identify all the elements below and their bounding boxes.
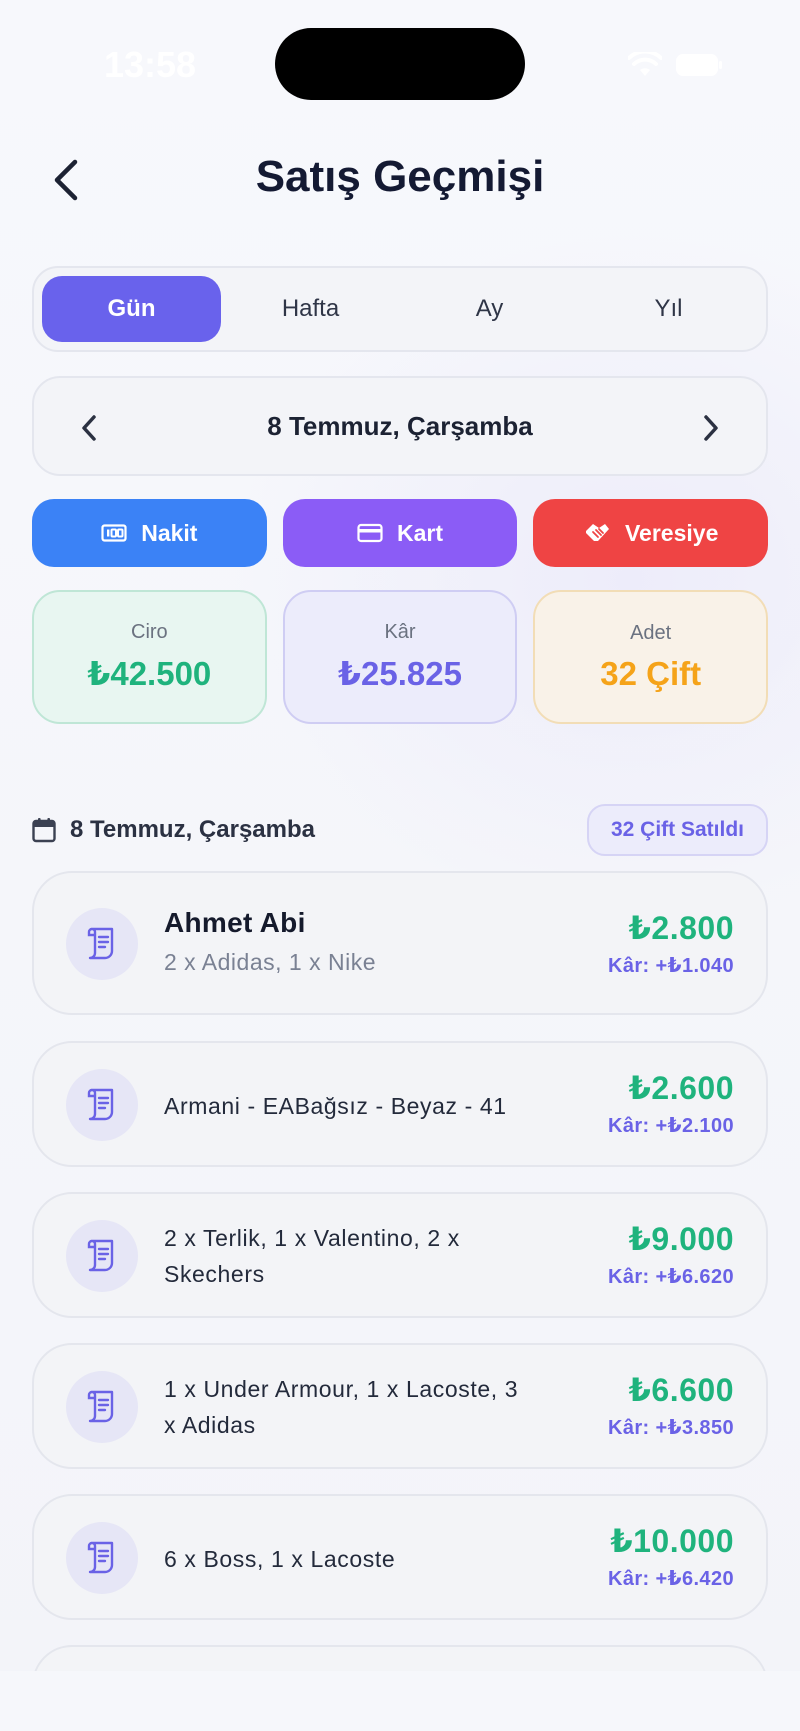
battery-icon — [676, 54, 722, 76]
summary-stats: Ciro ₺42.500 Kâr ₺25.825 Adet 32 Çift — [32, 590, 769, 724]
revenue-stat-card: Ciro ₺42.500 — [32, 590, 267, 724]
sold-count-badge: 32 Çift Satıldı — [586, 804, 768, 856]
sale-text: Ahmet Abi 2 x Adidas, 1 x Nike — [164, 907, 594, 976]
receipt-icon-wrap — [66, 1220, 138, 1292]
sale-total: ₺2.800 — [628, 910, 734, 946]
dynamic-island — [275, 28, 525, 100]
credit-filter-button[interactable]: Veresiye — [533, 499, 769, 567]
screen: 13:58 Satış Geçmişi Gün Hafta Ay Yıl 8 T… — [0, 0, 800, 1731]
sale-card[interactable]: 6 x Boss, 1 x Lacoste ₺10.000 Kâr: +₺6.4… — [32, 1494, 768, 1620]
sale-profit: Kâr: +₺6.620 — [607, 1266, 734, 1288]
count-stat-card: Adet 32 Çift — [533, 590, 769, 724]
sale-amounts: ₺10.000 Kâr: +₺6.420 — [608, 1522, 734, 1591]
current-date-label: 8 Temmuz, Çarşamba — [267, 411, 533, 441]
sale-profit: Kâr: +₺2.100 — [607, 1115, 734, 1137]
count-label: Adet — [630, 621, 672, 644]
card-filter-label: Kart — [397, 519, 444, 546]
cash-icon — [101, 524, 127, 542]
sale-amounts: ₺9.000 Kâr: +₺6.620 — [608, 1220, 734, 1289]
receipt-icon-wrap — [66, 908, 138, 980]
status-time: 13:58 — [104, 44, 197, 85]
chevron-right-icon — [704, 415, 718, 441]
sale-text: Armani - EABağsız - Beyaz - 41 — [164, 1088, 594, 1124]
sale-text: 6 x Boss, 1 x Lacoste — [164, 1541, 594, 1577]
sale-card[interactable]: 2 x Terlik, 1 x Valentino, 2 x Skechers … — [32, 1192, 768, 1318]
wifi-icon — [628, 52, 662, 76]
day-title-group: 8 Temmuz, Çarşamba — [32, 816, 315, 844]
date-navigator: 8 Temmuz, Çarşamba — [32, 376, 768, 476]
day-title: 8 Temmuz, Çarşamba — [70, 816, 315, 843]
sale-total: ₺9.000 — [628, 1221, 734, 1257]
receipt-icon-wrap — [66, 1371, 138, 1443]
sale-amounts: ₺2.600 Kâr: +₺2.100 — [608, 1069, 734, 1138]
profit-label: Kâr — [384, 621, 416, 643]
receipt-icon — [87, 1541, 114, 1574]
tab-day[interactable]: Gün — [42, 276, 221, 342]
sale-description: Armani - EABağsız - Beyaz - 41 — [164, 1093, 507, 1119]
sale-description-line-1: 2 x Terlik, 1 x Valentino, 2 x — [164, 1225, 460, 1251]
sale-card[interactable]: 1 x Under Armour, 1 x Lacoste, 3 x Adida… — [32, 1343, 768, 1469]
handshake-icon — [585, 524, 609, 541]
credit-filter-label: Veresiye — [624, 519, 719, 546]
sale-description: 6 x Boss, 1 x Lacoste — [164, 1546, 396, 1572]
sale-description-line-2: x Adidas — [164, 1412, 256, 1438]
sale-description-line-1: 1 x Under Armour, 1 x Lacoste, 3 — [164, 1376, 519, 1402]
sale-card[interactable]: Ahmet Abi 2 x Adidas, 1 x Nike ₺2.800 Kâ… — [32, 871, 768, 1015]
profit-value: ₺25.825 — [338, 655, 462, 692]
revenue-value: ₺42.500 — [87, 655, 212, 692]
tab-month[interactable]: Ay — [400, 276, 579, 342]
sales-list: Ahmet Abi 2 x Adidas, 1 x Nike ₺2.800 Kâ… — [32, 871, 768, 1671]
card-filter-button[interactable]: Kart — [282, 499, 518, 567]
bottom-area — [0, 1671, 800, 1731]
sale-text: 2 x Terlik, 1 x Valentino, 2 x Skechers — [164, 1220, 594, 1292]
page-title: Satış Geçmişi — [255, 152, 545, 201]
header: Satış Geçmişi — [0, 140, 800, 220]
sale-total: ₺2.600 — [628, 1070, 734, 1106]
sale-items: 2 x Adidas, 1 x Nike — [164, 949, 376, 975]
calendar-icon — [32, 818, 56, 843]
sale-text: 1 x Under Armour, 1 x Lacoste, 3 x Adida… — [164, 1371, 594, 1443]
receipt-icon — [87, 1239, 114, 1272]
receipt-icon — [87, 927, 114, 960]
profit-stat-card: Kâr ₺25.825 — [282, 590, 518, 724]
status-bar: 13:58 — [0, 0, 800, 130]
status-icons — [628, 52, 722, 78]
payment-filter-row: Nakit Kart Veresiye — [32, 499, 769, 567]
receipt-icon-wrap — [66, 1069, 138, 1141]
credit-card-icon — [357, 523, 383, 543]
tab-week[interactable]: Hafta — [221, 276, 400, 342]
sale-profit: Kâr: +₺6.420 — [607, 1568, 734, 1590]
sale-total: ₺10.000 — [610, 1523, 734, 1559]
sale-profit: Kâr: +₺1.040 — [607, 955, 734, 977]
tab-year[interactable]: Yıl — [579, 276, 758, 342]
revenue-label: Ciro — [131, 621, 168, 643]
sale-amounts: ₺6.600 Kâr: +₺3.850 — [608, 1371, 734, 1440]
sale-profit: Kâr: +₺3.850 — [607, 1417, 734, 1439]
sale-card[interactable]: Armani - EABağsız - Beyaz - 41 ₺2.600 Kâ… — [32, 1041, 768, 1167]
day-section-header: 8 Temmuz, Çarşamba 32 Çift Satıldı — [32, 802, 768, 856]
period-segmented-control: Gün Hafta Ay Yıl — [32, 266, 768, 352]
sale-description-line-2: Skechers — [164, 1261, 265, 1287]
receipt-icon — [87, 1390, 114, 1423]
cash-filter-label: Nakit — [141, 519, 198, 546]
sale-amounts: ₺2.800 Kâr: +₺1.040 — [608, 909, 734, 978]
next-date-button[interactable] — [686, 403, 736, 453]
sale-customer-name: Ahmet Abi — [164, 907, 306, 938]
receipt-icon — [87, 1088, 114, 1121]
receipt-icon-wrap — [66, 1522, 138, 1594]
sale-total: ₺6.600 — [628, 1372, 734, 1408]
cash-filter-button[interactable]: Nakit — [32, 499, 267, 567]
count-value: 32 Çift — [600, 654, 702, 692]
sale-card-partial[interactable] — [32, 1645, 768, 1671]
